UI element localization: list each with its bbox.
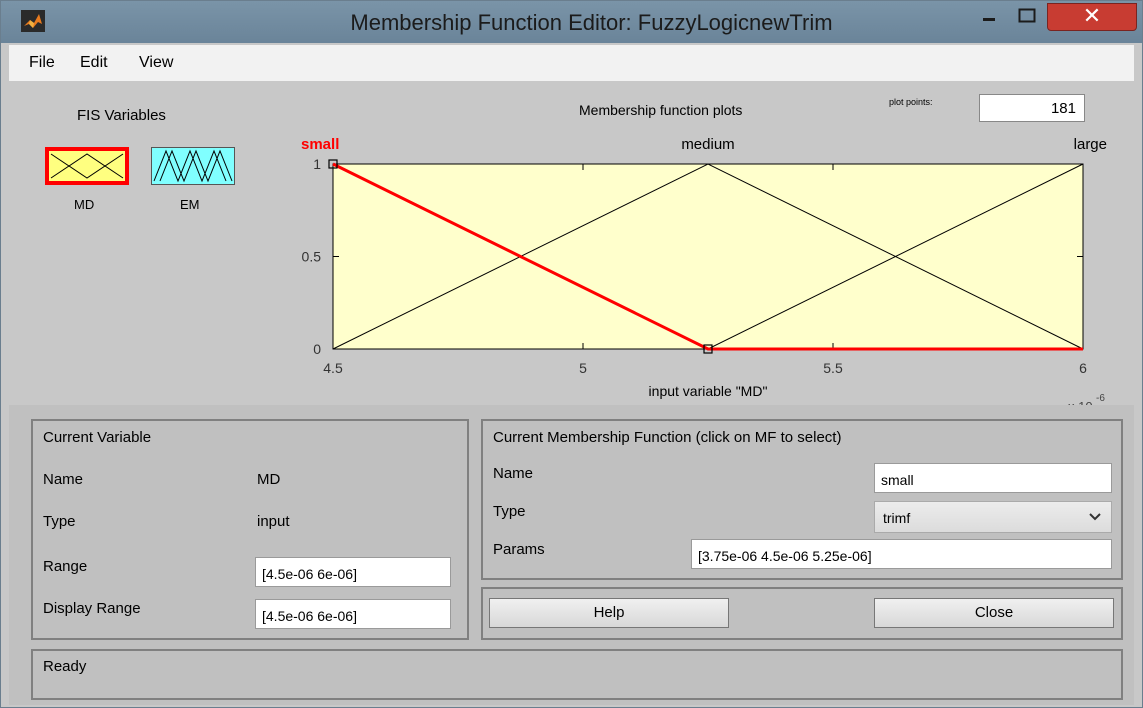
- maximize-icon: [1018, 8, 1036, 23]
- mf-label-medium: medium: [681, 136, 734, 153]
- variable-type-label: Type: [43, 513, 76, 530]
- membership-chart[interactable]: 4.555.5600.51input variable "MD"x 10-6me…: [271, 131, 1131, 416]
- fis-variables-heading: FIS Variables: [77, 107, 166, 124]
- menu-view[interactable]: View: [139, 54, 173, 72]
- mf-label-large: large: [1074, 136, 1107, 153]
- current-mf-heading: Current Membership Function (click on MF…: [493, 429, 842, 446]
- variable-type-value: input: [257, 513, 290, 530]
- y-tick-label: 0.5: [302, 249, 322, 265]
- range-label: Range: [43, 558, 88, 575]
- mf-type-value: trimf: [883, 510, 911, 526]
- menu-edit[interactable]: Edit: [80, 54, 108, 72]
- variable-name-value: MD: [257, 471, 281, 488]
- close-icon: ✕: [1082, 3, 1102, 28]
- current-variable-heading: Current Variable: [43, 429, 152, 446]
- title-bar: Membership Function Editor: FuzzyLogicne…: [1, 1, 1142, 43]
- x-tick-label: 4.5: [323, 360, 343, 376]
- menu-file[interactable]: File: [29, 54, 55, 72]
- y-tick-label: 0: [313, 341, 321, 357]
- x-tick-label: 6: [1079, 360, 1087, 376]
- fis-variable-md-label: MD: [74, 197, 95, 212]
- status-text: Ready: [43, 658, 87, 675]
- status-bar: [31, 649, 1123, 700]
- mf-editor-window: Membership Function Editor: FuzzyLogicne…: [0, 0, 1143, 708]
- mf-name-input[interactable]: small: [874, 463, 1112, 493]
- minimize-icon: [983, 18, 995, 21]
- mf-shape-icon: [153, 149, 233, 183]
- mf-shape-icon: [50, 153, 124, 179]
- variable-name-label: Name: [43, 471, 84, 488]
- fis-variable-em-label: EM: [180, 197, 200, 212]
- params-label: Params: [493, 541, 545, 558]
- chevron-down-icon: [1089, 513, 1101, 521]
- fis-variable-em[interactable]: [151, 147, 235, 185]
- plot-points-label: plot points:: [889, 97, 933, 107]
- display-range-input[interactable]: [4.5e-06 6e-06]: [255, 599, 451, 629]
- mf-label-small: small: [301, 136, 339, 153]
- x-exponent-power: -6: [1096, 393, 1105, 404]
- minimize-button[interactable]: [971, 3, 1007, 31]
- close-button[interactable]: Close: [874, 598, 1114, 628]
- x-tick-label: 5.5: [823, 360, 843, 376]
- maximize-button[interactable]: [1009, 3, 1045, 31]
- mf-type-label: Type: [493, 503, 526, 520]
- plot-area: [332, 163, 1084, 350]
- fis-variable-md[interactable]: [45, 147, 129, 185]
- x-tick-label: 5: [579, 360, 587, 376]
- help-button[interactable]: Help: [489, 598, 729, 628]
- y-tick-label: 1: [313, 156, 321, 172]
- display-range-label: Display Range: [43, 600, 141, 617]
- menu-bar: File Edit View: [9, 45, 1134, 81]
- range-input[interactable]: [4.5e-06 6e-06]: [255, 557, 451, 587]
- x-axis-label: input variable "MD": [649, 383, 768, 399]
- mf-name-label: Name: [493, 465, 534, 482]
- params-input[interactable]: [3.75e-06 4.5e-06 5.25e-06]: [691, 539, 1112, 569]
- plot-points-input[interactable]: 181: [979, 94, 1085, 122]
- close-window-button[interactable]: ✕: [1047, 3, 1137, 31]
- plot-title: Membership function plots: [579, 102, 743, 118]
- mf-type-select[interactable]: trimf: [874, 501, 1112, 533]
